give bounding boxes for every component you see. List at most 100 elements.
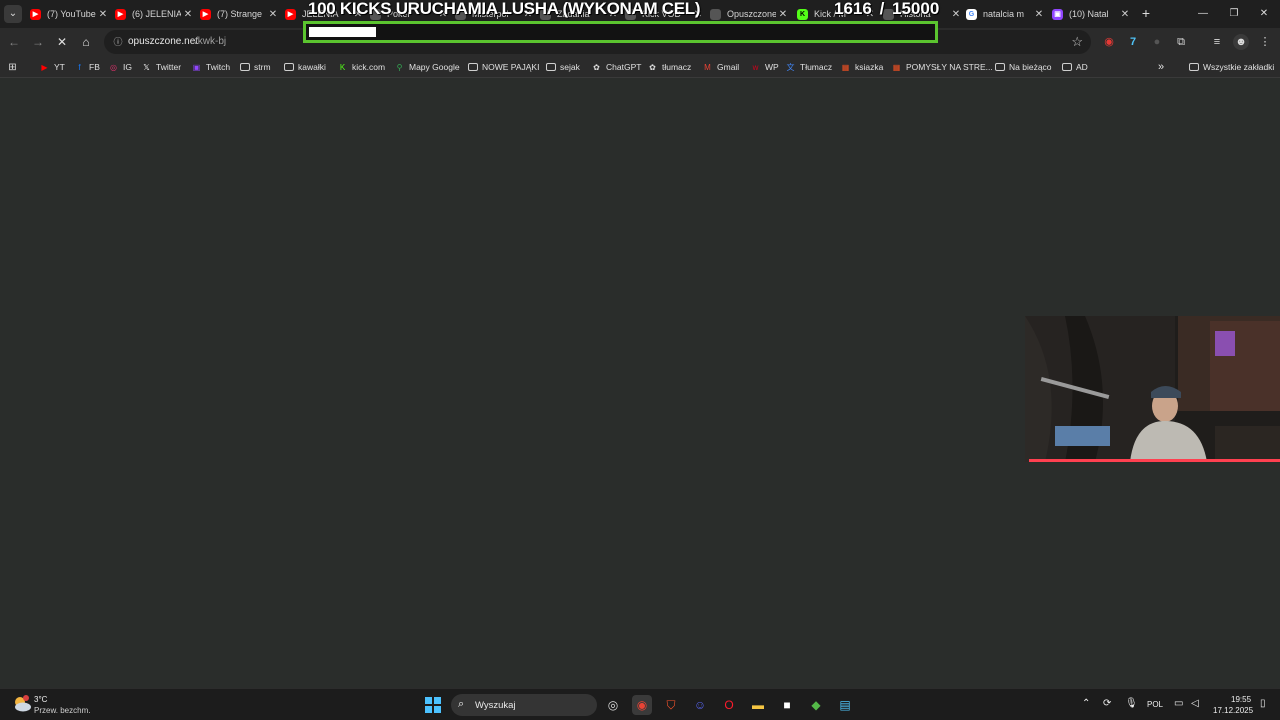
obs-icon[interactable]: ◎ <box>603 695 623 715</box>
language-indicator[interactable]: POL <box>1147 700 1163 709</box>
apps-grid-icon[interactable]: ⊞ <box>7 60 22 74</box>
tab-title: natalcia m <box>983 9 1025 19</box>
goal-title: 100 KICKS URUCHAMIA LUSHA (WYKONAM CEL) <box>308 0 701 18</box>
tab[interactable]: ▶ (6) JELENIA ✕ <box>115 2 195 26</box>
close-tab-icon[interactable]: ✕ <box>1118 9 1132 20</box>
more-bookmarks-icon[interactable]: » <box>1158 60 1164 74</box>
bookmark-item[interactable]: ✿ tłumacz <box>647 60 691 74</box>
bookmark-item[interactable]: ⚲ Mapy Google <box>394 60 460 74</box>
app-icon[interactable]: ◆ <box>806 695 826 715</box>
bookmark-label: Twitch <box>206 62 231 72</box>
tab-search-button[interactable]: ⌄ <box>4 5 22 23</box>
bookmark-item[interactable]: f FB <box>74 60 100 74</box>
home-icon[interactable]: ⌂ <box>77 33 95 51</box>
close-tab-icon[interactable]: ✕ <box>96 9 110 20</box>
restore-button[interactable]: ❐ <box>1224 5 1244 23</box>
extensions-puzzle-icon[interactable]: ⧉ <box>1173 34 1189 50</box>
close-tab-icon[interactable]: ✕ <box>949 9 963 20</box>
bookmark-item[interactable]: 𝕏 Twitter <box>141 60 181 74</box>
tray-overflow-icon[interactable]: ⌃ <box>1082 698 1090 709</box>
bookmark-item[interactable]: ▦ ksiazka <box>840 60 884 74</box>
discord-icon[interactable]: ☺ <box>690 695 710 715</box>
extension-icon[interactable]: ● <box>1149 34 1165 50</box>
close-tab-icon[interactable]: ✕ <box>266 9 280 20</box>
bookmark-label: Mapy Google <box>409 62 460 72</box>
bookmark-star-icon[interactable]: ☆ <box>1071 34 1083 50</box>
goal-target: / 15000 <box>879 0 940 18</box>
instagram-icon: ◎ <box>110 62 117 72</box>
bookmark-item[interactable]: sejak <box>546 60 580 74</box>
windows-taskbar: 3°C Przew. bezchm. ⌕ Wyszukaj ◎ ◉ ⛉ ☺ O … <box>0 688 1280 720</box>
bookmark-item[interactable]: ▦ POMYSŁY NA STRE... <box>891 60 993 74</box>
browser-menu-icon[interactable]: ⋮ <box>1257 34 1273 50</box>
tab[interactable]: ▶ (7) Strange ✕ <box>200 2 280 26</box>
tab-title: (10) Natal <box>1069 9 1109 19</box>
close-tab-icon[interactable]: ✕ <box>1032 9 1046 20</box>
bookmark-item[interactable]: w WP <box>750 60 779 74</box>
bookmark-item[interactable]: ✿ ChatGPT <box>591 60 641 74</box>
bookmark-item[interactable]: kawałki <box>284 60 326 74</box>
bookmark-label: POMYSŁY NA STRE... <box>906 62 993 72</box>
seven-tv-extension-icon[interactable]: 7 <box>1125 34 1141 50</box>
new-tab-button[interactable]: + <box>1137 5 1155 23</box>
bookmark-item[interactable]: 文 Tłumacz <box>785 60 833 74</box>
taskbar-search[interactable]: ⌕ Wyszukaj <box>451 694 597 716</box>
close-tab-icon[interactable]: ✕ <box>776 9 790 20</box>
bookmark-item[interactable]: ▶ YT <box>39 60 65 74</box>
bookmark-item[interactable]: ▣ Twitch <box>191 60 230 74</box>
bookmark-label: YT <box>54 62 65 72</box>
bookmark-label: strm <box>254 62 271 72</box>
forward-icon[interactable]: → <box>29 33 47 51</box>
bookmark-label: Tłumacz <box>800 62 833 72</box>
weather-icon[interactable] <box>12 695 32 713</box>
close-window-button[interactable]: ✕ <box>1254 5 1274 23</box>
folder-icon <box>546 63 556 71</box>
file-explorer-icon[interactable]: ▬ <box>748 695 768 715</box>
bookmarks-bar: ⊞ ▶ YT f FB ◎ IG 𝕏 Twitter ▣ Twitch strm kawałki Kki… <box>0 56 1280 78</box>
search-placeholder: Wyszukaj <box>475 700 516 711</box>
bookmark-item[interactable]: M Gmail <box>702 60 739 74</box>
bookmark-label: kick.com <box>352 62 386 72</box>
microphone-icon[interactable]: 🎙 <box>1125 698 1138 709</box>
network-icon[interactable]: ▭ <box>1174 698 1183 709</box>
bookmark-label: tłumacz <box>662 62 692 72</box>
chrome-icon[interactable]: ◉ <box>632 695 652 715</box>
tab-title: Opuszczone <box>727 9 776 19</box>
site-info-icon[interactable]: ⓘ <box>112 36 124 48</box>
app-icon[interactable]: ■ <box>777 695 797 715</box>
search-icon: ⌕ <box>458 698 465 710</box>
record-extension-icon[interactable]: ◉ <box>1101 34 1117 50</box>
bookmark-item[interactable]: Na bieżąco <box>995 60 1052 74</box>
bookmark-item[interactable]: Kkick.com <box>337 60 385 74</box>
profile-avatar[interactable]: ☻ <box>1233 34 1249 50</box>
back-icon[interactable]: ← <box>5 33 23 51</box>
opera-icon[interactable]: O <box>719 695 739 715</box>
brave-icon[interactable]: ⛉ <box>661 695 681 715</box>
bookmark-item[interactable]: NOWE PAJĄKI <box>468 60 539 74</box>
tab[interactable]: ▶ (7) YouTube ✕ <box>30 2 110 26</box>
loading-icon <box>710 8 721 20</box>
volume-icon[interactable]: ◁ <box>1191 698 1199 709</box>
tab[interactable]: ▣ (10) Natal ✕ <box>1052 2 1132 26</box>
tab[interactable]: Gnatalcia m ✕ <box>966 2 1046 26</box>
goal-progress-bar <box>303 21 938 43</box>
all-bookmarks-label: Wszystkie zakładki <box>1203 62 1275 72</box>
bookmark-item[interactable]: strm <box>240 60 271 74</box>
clock-date[interactable]: 17.12.2025 <box>1213 706 1253 715</box>
bookmark-item[interactable]: AD <box>1062 60 1088 74</box>
bookmark-label: Twitter <box>156 62 182 72</box>
goal-counter: 1616 / 15000 <box>834 0 939 19</box>
notepad-icon[interactable]: ▤ <box>835 695 855 715</box>
bookmark-label: ksiazka <box>855 62 884 72</box>
media-control-icon[interactable]: ≡ <box>1209 34 1225 50</box>
minimize-button[interactable]: — <box>1193 5 1213 23</box>
bookmark-item[interactable]: ◎ IG <box>108 60 132 74</box>
clock-time[interactable]: 19:55 <box>1231 695 1251 704</box>
sync-icon[interactable]: ⟳ <box>1103 698 1111 709</box>
close-tab-icon[interactable]: ✕ <box>181 9 195 20</box>
tab-title: (7) Strange <box>217 9 263 19</box>
stop-loading-icon[interactable]: ✕ <box>53 33 71 51</box>
notifications-icon[interactable]: ▯ <box>1260 698 1266 709</box>
start-button[interactable] <box>425 697 441 713</box>
all-bookmarks-folder[interactable]: Wszystkie zakładki <box>1189 60 1274 74</box>
